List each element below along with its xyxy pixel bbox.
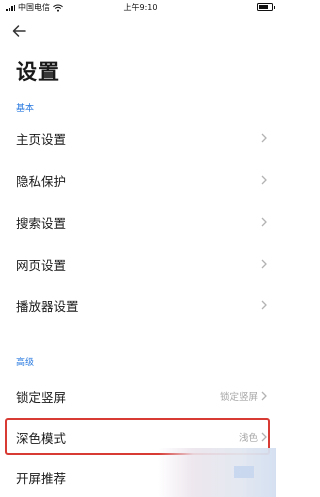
blurred-overlay <box>158 448 276 497</box>
chevron-right-icon <box>261 133 267 143</box>
settings-item-lock-portrait[interactable]: 锁定竖屏 锁定竖屏 <box>0 376 281 416</box>
battery-icon <box>257 3 275 11</box>
settings-item-label: 锁定竖屏 <box>16 389 67 405</box>
page-title: 设置 <box>16 60 60 84</box>
status-bar: 中国电信 上午9:10 <box>0 0 281 16</box>
settings-item-privacy[interactable]: 隐私保护 <box>0 160 281 200</box>
settings-item-label: 隐私保护 <box>16 173 67 189</box>
arrow-left-icon[interactable] <box>10 22 28 40</box>
settings-item-webpage[interactable]: 网页设置 <box>0 244 281 284</box>
settings-item-homepage[interactable]: 主页设置 <box>0 118 281 158</box>
section-label-advanced: 高级 <box>16 358 35 368</box>
settings-item-label: 播放器设置 <box>16 298 79 314</box>
section-label-basic: 基本 <box>16 104 35 114</box>
settings-item-value: 浅色 <box>238 433 258 444</box>
chevron-right-icon <box>261 391 267 401</box>
settings-item-label: 网页设置 <box>16 257 67 273</box>
settings-item-label: 搜索设置 <box>16 215 67 231</box>
chevron-right-icon <box>261 175 267 185</box>
settings-item-label: 深色模式 <box>16 430 67 446</box>
settings-item-search[interactable]: 搜索设置 <box>0 202 281 242</box>
settings-item-label: 主页设置 <box>16 131 67 147</box>
settings-item-value: 锁定竖屏 <box>219 392 258 403</box>
settings-item-label: 开屏推荐 <box>16 470 67 486</box>
chevron-right-icon <box>261 300 267 310</box>
chevron-right-icon <box>261 259 267 269</box>
chevron-right-icon <box>261 432 267 442</box>
settings-item-player[interactable]: 播放器设置 <box>0 285 281 325</box>
status-time: 上午9:10 <box>123 3 158 12</box>
chevron-right-icon <box>261 217 267 227</box>
